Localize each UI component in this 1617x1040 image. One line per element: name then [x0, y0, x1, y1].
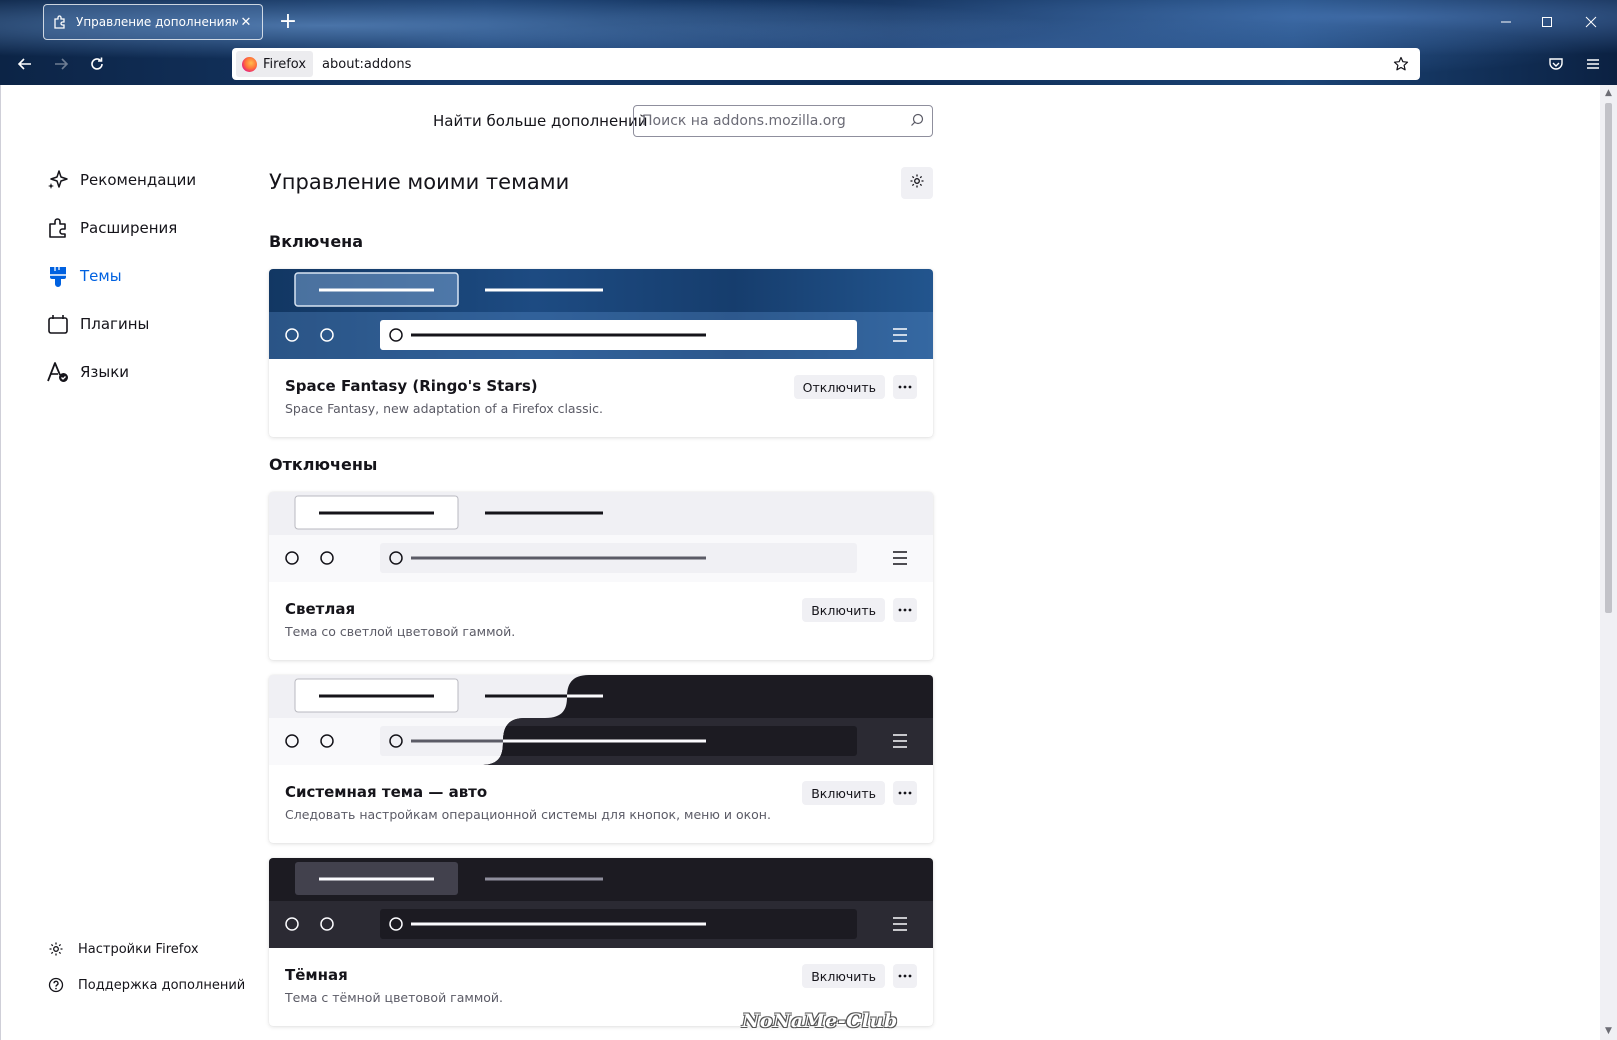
tools-menu-button[interactable] [901, 167, 933, 199]
theme-card: Space Fantasy (Ringo's Stars) Space Fant… [269, 269, 933, 437]
theme-description: Тема с тёмной цветовой гаммой. [285, 990, 503, 1005]
firefox-logo-icon [242, 56, 257, 72]
close-tab-icon[interactable]: ✕ [238, 15, 254, 30]
theme-info: Системная тема — авто Следовать настройк… [269, 765, 933, 843]
more-options-icon[interactable] [893, 781, 917, 805]
more-options-icon[interactable] [893, 598, 917, 622]
theme-preview [269, 675, 933, 765]
gear-icon [909, 173, 925, 193]
theme-card: Тёмная Тема с тёмной цветовой гаммой. Вк… [269, 858, 933, 1026]
enable-theme-button[interactable]: Включить [802, 964, 885, 988]
reload-button[interactable] [85, 52, 109, 76]
theme-description: Следовать настройкам операционной систем… [285, 807, 771, 822]
forward-button[interactable] [49, 52, 73, 76]
scrollbar[interactable]: ▲ ▼ [1600, 85, 1617, 1040]
theme-card: Светлая Тема со светлой цветовой гаммой.… [269, 492, 933, 660]
page-title: Управление моими темами [269, 170, 570, 194]
theme-card: Системная тема — авто Следовать настройк… [269, 675, 933, 843]
theme-description: Тема со светлой цветовой гаммой. [285, 624, 516, 639]
tab-title: Управление дополнениями [76, 15, 238, 29]
watermark: NoNaMe-Club [742, 1010, 898, 1032]
sidebar-item-plugins[interactable]: Плагины [46, 312, 149, 336]
theme-info: Space Fantasy (Ringo's Stars) Space Fant… [269, 359, 933, 437]
app-menu-icon[interactable] [1581, 52, 1605, 76]
theme-actions: Включить [802, 781, 917, 805]
disable-theme-button[interactable]: Отключить [793, 375, 885, 399]
theme-preview [269, 269, 933, 359]
back-button[interactable] [13, 52, 37, 76]
enable-theme-button[interactable]: Включить [802, 598, 885, 622]
plugin-icon [46, 312, 70, 336]
identity-box[interactable]: Firefox [236, 51, 314, 77]
scroll-up-icon[interactable]: ▲ [1603, 88, 1614, 99]
sidebar-item-label: Темы [80, 267, 122, 285]
url-bar[interactable]: Firefox about:addons [232, 48, 1420, 80]
find-more-label: Найти больше дополнений [433, 112, 648, 130]
tab-addons[interactable]: Управление дополнениями ✕ [43, 4, 263, 40]
sidebar-item-extensions[interactable]: Расширения [46, 216, 177, 240]
new-tab-button[interactable]: + [276, 10, 300, 34]
identity-label: Firefox [263, 56, 307, 72]
language-icon [46, 360, 70, 384]
section-enabled: Включена [269, 232, 364, 251]
sidebar-item-label: Плагины [80, 315, 150, 333]
theme-info: Светлая Тема со светлой цветовой гаммой.… [269, 582, 933, 660]
help-icon [48, 977, 64, 993]
search-icon [910, 112, 924, 131]
sparkle-icon [46, 168, 70, 192]
sidebar-bottom-label: Поддержка дополнений [78, 977, 246, 993]
theme-actions: Включить [802, 964, 917, 988]
sidebar-firefox-settings[interactable]: Настройки Firefox [48, 941, 199, 957]
addons-search-input[interactable] [642, 113, 910, 129]
sidebar-bottom-label: Настройки Firefox [78, 941, 199, 957]
more-options-icon[interactable] [893, 964, 917, 988]
theme-preview [269, 492, 933, 582]
maximize-button[interactable] [1537, 10, 1557, 34]
sidebar-item-languages[interactable]: Языки [46, 360, 129, 384]
puzzle-icon [46, 216, 70, 240]
gear-icon [48, 941, 64, 957]
minimize-button[interactable] [1496, 10, 1516, 34]
theme-actions: Включить [802, 598, 917, 622]
url-text[interactable]: about:addons [322, 57, 1390, 72]
theme-actions: Отключить [793, 375, 917, 399]
sidebar-item-label: Языки [80, 363, 130, 381]
sidebar-addons-support[interactable]: Поддержка дополнений [48, 977, 245, 993]
pocket-icon[interactable] [1544, 52, 1568, 76]
sidebar-item-label: Расширения [80, 219, 178, 237]
scroll-thumb[interactable] [1605, 103, 1612, 613]
browser-toolbar: Управление дополнениями ✕ + Firefox abou… [0, 0, 1617, 85]
more-options-icon[interactable] [893, 375, 917, 399]
bookmark-star-icon[interactable] [1390, 53, 1412, 75]
close-window-button[interactable] [1581, 10, 1601, 34]
scroll-down-icon[interactable]: ▼ [1603, 1026, 1614, 1037]
brush-icon [46, 264, 70, 288]
theme-preview [269, 858, 933, 948]
addons-search-box[interactable] [633, 105, 933, 137]
theme-description: Space Fantasy, new adaptation of a Firef… [285, 401, 603, 416]
section-disabled: Отключены [269, 455, 378, 474]
sidebar-item-label: Рекомендации [80, 171, 197, 189]
sidebar-item-recommendations[interactable]: Рекомендации [46, 168, 196, 192]
puzzle-icon [52, 14, 68, 30]
enable-theme-button[interactable]: Включить [802, 781, 885, 805]
sidebar-item-themes[interactable]: Темы [46, 264, 122, 288]
